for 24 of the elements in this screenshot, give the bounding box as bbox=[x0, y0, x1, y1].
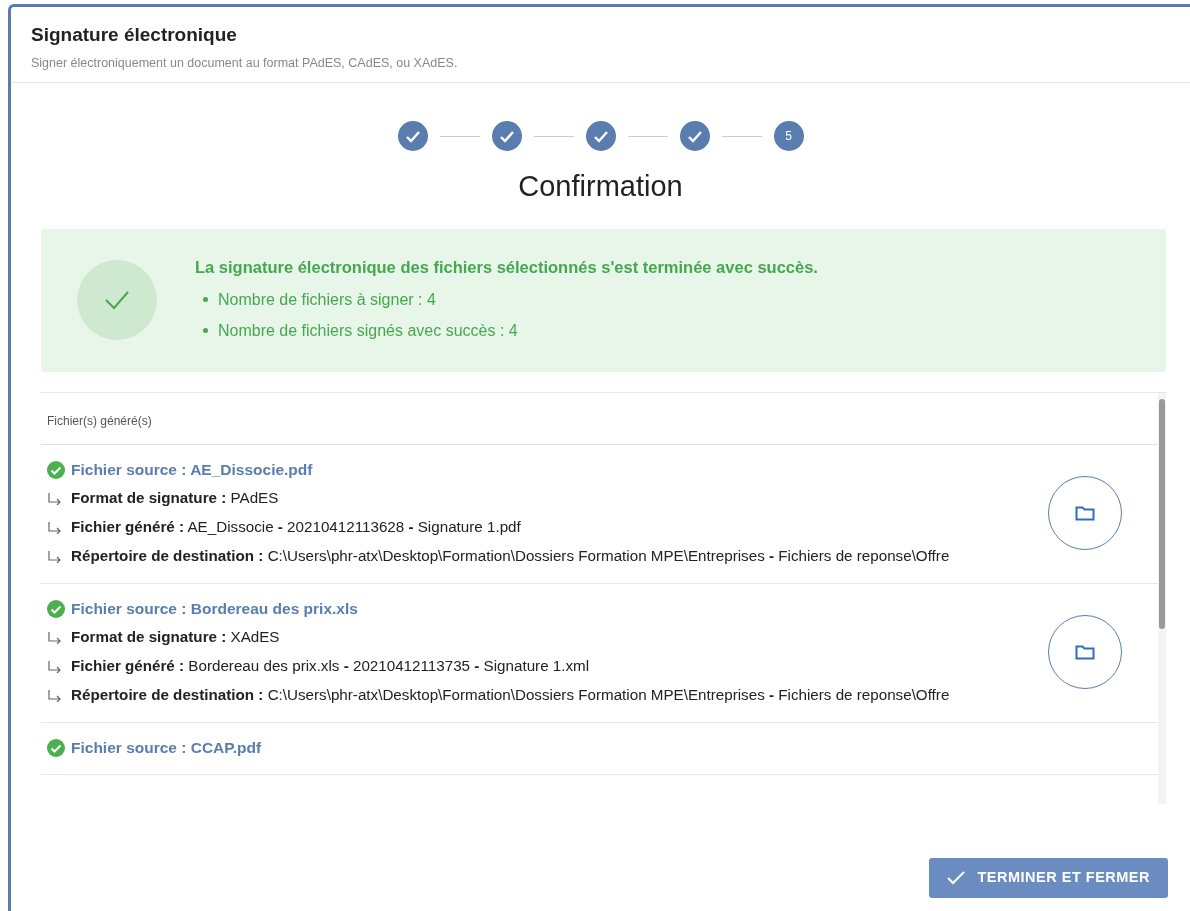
detail-text: Répertoire de destination : C:\Users\phr-atx\Desktop\Formation\Dossiers Formation MPE\Entreprises - Fichiers de reponse\Offre bbox=[71, 547, 950, 565]
source-file-link[interactable]: Fichier source : CCAP.pdf bbox=[71, 733, 262, 763]
dialog-subtitle: Signer électroniquement un document au format PAdES, CAdES, ou XAdES. bbox=[31, 54, 459, 72]
folder-icon bbox=[1075, 504, 1095, 521]
folder-icon bbox=[1075, 643, 1095, 660]
source-file-link[interactable]: Fichier source : Bordereau des prix.xls bbox=[71, 593, 358, 624]
detail-text: Fichier généré : Bordereau des prix.xls - 20210412113735 - Signature 1.xml bbox=[71, 657, 590, 675]
alert-item: Nombre de fichiers à signer : 4 bbox=[218, 289, 436, 310]
finish-button[interactable]: TERMINER ET FERMER bbox=[929, 858, 1168, 898]
source-file-link[interactable]: Fichier source : AE_Dissocie.pdf bbox=[71, 454, 313, 485]
detail-text: Répertoire de destination : C:\Users\phr-atx\Desktop\Formation\Dossiers Formation MPE\Entreprises - Fichiers de reponse\Offre bbox=[71, 686, 950, 704]
step-number: 5 bbox=[773, 121, 804, 152]
detail-text: Fichier généré : AE_Dissocie - 20210412113628 - Signature 1.pdf bbox=[71, 518, 521, 536]
bullet-icon bbox=[203, 296, 208, 302]
check-icon bbox=[947, 871, 966, 886]
panel-header: Fichier(s) généré(s) bbox=[41, 392, 1158, 445]
bullet-icon bbox=[203, 327, 208, 333]
detail-text: Format de signature : XAdES bbox=[71, 628, 280, 646]
detail-text: Format de signature : PAdES bbox=[71, 489, 279, 507]
alert-heading: La signature électronique des fichiers sélectionnés s'est terminée avec succès. bbox=[195, 256, 818, 278]
step-title: Confirmation bbox=[517, 169, 684, 205]
scrollbar[interactable] bbox=[1158, 392, 1166, 804]
dialog-title: Signature électronique bbox=[31, 23, 238, 47]
alert-item: Nombre de fichiers signés avec succès : 4 bbox=[218, 320, 518, 341]
